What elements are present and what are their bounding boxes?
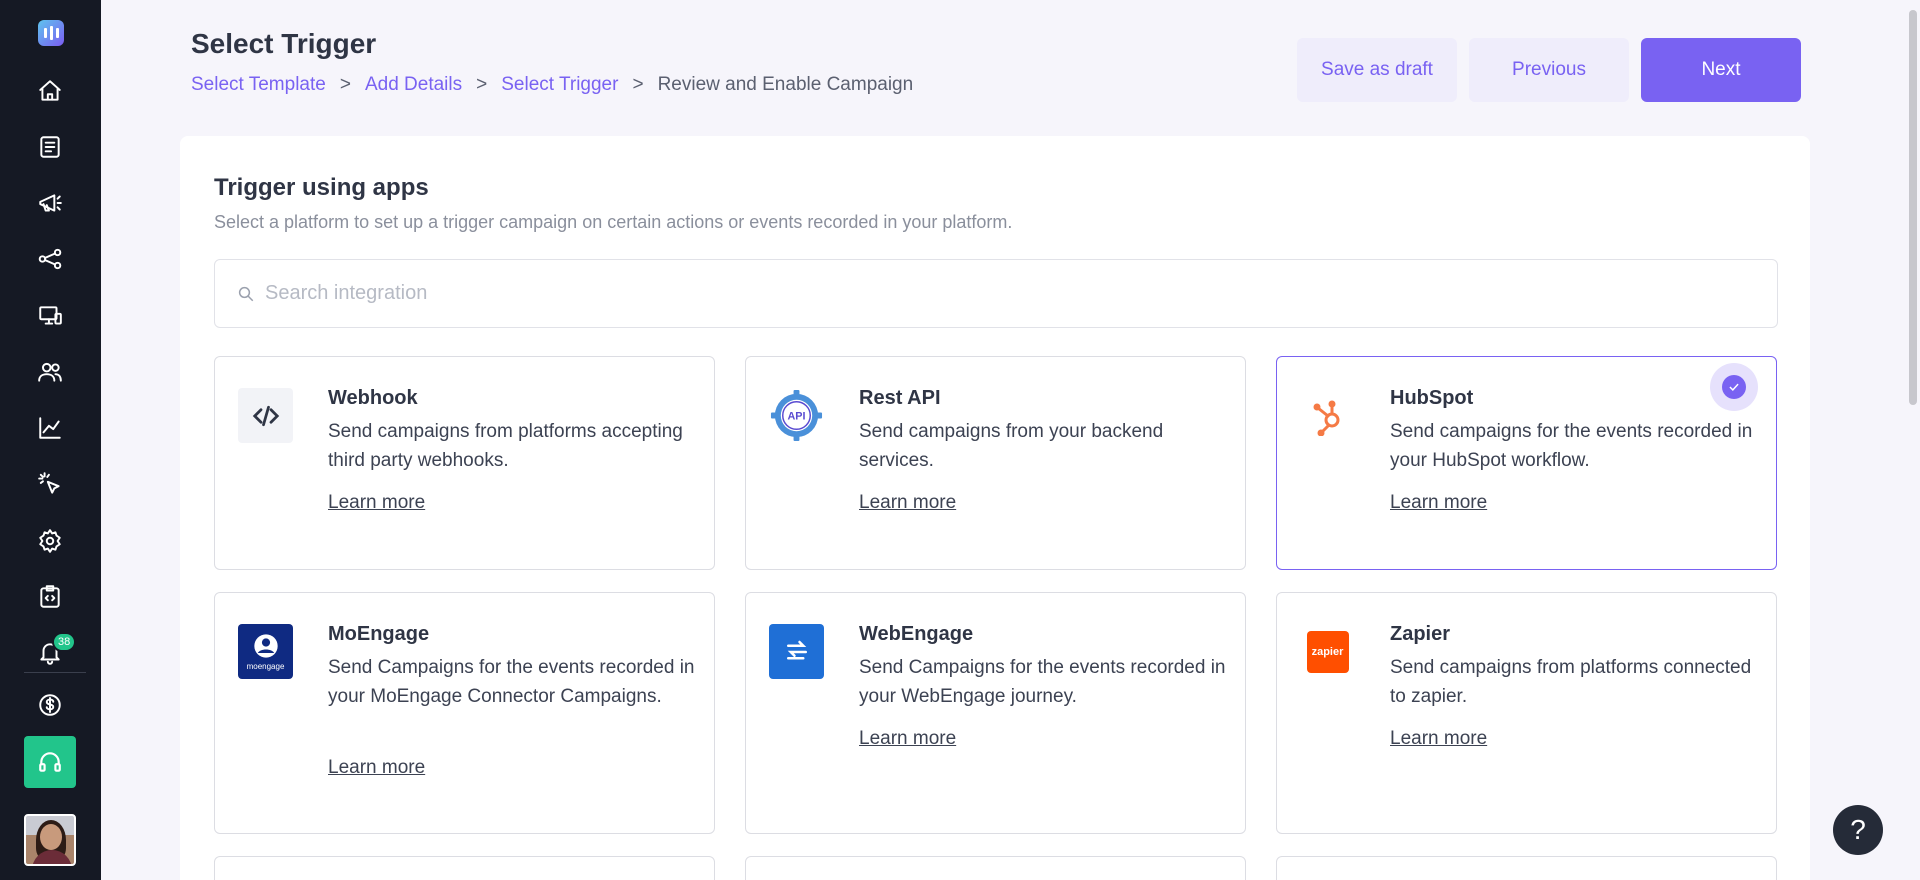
integration-card-partial[interactable] [1276, 856, 1777, 880]
search-icon [238, 286, 254, 301]
trigger-apps-card: Trigger using apps Select a platform to … [180, 136, 1810, 880]
document-icon[interactable] [31, 128, 69, 166]
breadcrumb-add-details[interactable]: Add Details [365, 74, 462, 96]
search-box [214, 259, 1778, 328]
integration-name: Rest API [859, 387, 941, 409]
learn-more-link[interactable]: Learn more [1390, 728, 1487, 750]
user-avatar[interactable] [24, 814, 76, 866]
code-icon [238, 388, 293, 443]
breadcrumb-select-template[interactable]: Select Template [191, 74, 326, 96]
learn-more-link[interactable]: Learn more [1390, 492, 1487, 514]
section-title: Trigger using apps [214, 174, 429, 201]
learn-more-link[interactable]: Learn more [328, 492, 425, 514]
moengage-icon: moengage [238, 624, 293, 679]
integration-name: WebEngage [859, 623, 974, 645]
integration-description: Send campaigns from your backend service… [859, 421, 1164, 471]
scrollbar-thumb[interactable] [1909, 10, 1917, 405]
home-icon[interactable] [31, 72, 69, 110]
breadcrumb-select-trigger[interactable]: Select Trigger [501, 74, 618, 96]
integration-description: Send campaigns from platforms connected … [1390, 657, 1752, 707]
breadcrumb-separator: > [632, 74, 644, 95]
dollar-icon[interactable] [31, 686, 69, 724]
gear-icon[interactable] [31, 522, 69, 560]
integration-card-moengage[interactable]: moengage MoEngage Send Campaigns for the… [214, 592, 715, 834]
next-button[interactable]: Next [1641, 38, 1801, 102]
integration-card-hubspot[interactable]: HubSpot Send campaigns for the events re… [1276, 356, 1777, 570]
cursor-click-icon[interactable] [31, 465, 69, 503]
app-logo[interactable] [38, 20, 64, 46]
page-title: Select Trigger [191, 28, 377, 59]
sidebar-divider [24, 672, 86, 673]
help-button[interactable]: ? [1833, 805, 1883, 855]
integration-card-webengage[interactable]: WebEngage Send Campaigns for the events … [745, 592, 1246, 834]
previous-button[interactable]: Previous [1469, 38, 1629, 102]
zapier-icon: zapier [1300, 624, 1355, 679]
share-nodes-icon[interactable] [31, 240, 69, 278]
moengage-logo-text: moengage [246, 662, 285, 671]
integration-name: HubSpot [1390, 387, 1474, 409]
breadcrumb-review-enable: Review and Enable Campaign [657, 74, 914, 95]
breadcrumb-separator: > [339, 74, 351, 95]
sidebar: 38 [0, 0, 101, 880]
users-icon[interactable] [31, 353, 69, 391]
integration-description: Send Campaigns for the events recorded i… [328, 657, 695, 707]
integration-name: Zapier [1390, 623, 1451, 645]
notification-badge: 38 [52, 632, 77, 652]
integration-name: MoEngage [328, 623, 430, 645]
integration-description: Send Campaigns for the events recorded i… [859, 657, 1226, 707]
megaphone-icon[interactable] [31, 184, 69, 222]
learn-more-link[interactable]: Learn more [859, 492, 956, 514]
monitor-icon[interactable] [31, 297, 69, 335]
integration-name: Webhook [328, 387, 418, 409]
integration-card-webhook[interactable]: Webhook Send campaigns from platforms ac… [214, 356, 715, 570]
clipboard-code-icon[interactable] [31, 578, 69, 616]
zapier-logo-text: zapier [1306, 630, 1349, 673]
headset-icon [39, 752, 61, 772]
save-draft-button[interactable]: Save as draft [1297, 38, 1457, 102]
api-gear-icon: API [769, 388, 824, 443]
selected-check-icon [1710, 363, 1758, 411]
learn-more-link[interactable]: Learn more [859, 728, 956, 750]
hubspot-icon [1300, 388, 1355, 443]
page-scrollbar[interactable] [1906, 0, 1920, 880]
search-input[interactable] [265, 282, 1651, 305]
breadcrumb-separator: > [476, 74, 488, 95]
section-description: Select a platform to set up a trigger ca… [214, 212, 1013, 232]
breadcrumb: Select Template > Add Details > Select T… [191, 74, 913, 96]
chart-icon[interactable] [31, 409, 69, 447]
integration-card-partial[interactable] [214, 856, 715, 880]
webengage-icon [769, 624, 824, 679]
api-logo-text: API [788, 410, 806, 422]
integration-card-rest-api[interactable]: API Rest API Send campaigns from your ba… [745, 356, 1246, 570]
integration-description: Send campaigns from platforms accepting … [328, 421, 683, 471]
support-headset-button[interactable] [24, 736, 76, 788]
integration-card-partial[interactable] [745, 856, 1246, 880]
integration-card-zapier[interactable]: zapier Zapier Send campaigns from platfo… [1276, 592, 1777, 834]
learn-more-link[interactable]: Learn more [328, 757, 425, 779]
integration-description: Send campaigns for the events recorded i… [1390, 421, 1753, 471]
